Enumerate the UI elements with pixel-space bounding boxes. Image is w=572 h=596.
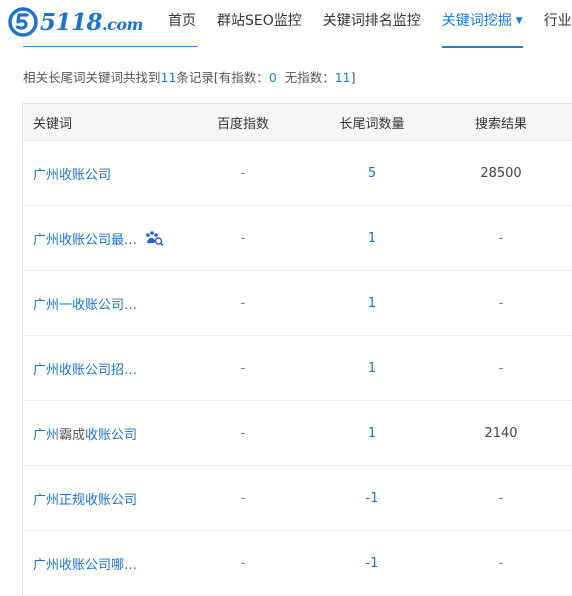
table-row: 广州收账公司 - 5 28500	[23, 141, 572, 206]
caret-down-icon: ▼	[515, 16, 523, 26]
longtail-count-link[interactable]: 5	[308, 166, 436, 181]
baidu-index-value: -	[240, 360, 246, 376]
col-keyword: 关键词	[33, 116, 73, 132]
col-search-results: 搜索结果	[474, 116, 527, 132]
nav-site-seo-monitor[interactable]: 群站SEO监控	[217, 0, 302, 45]
main-nav: 首页 群站SEO监控 关键词排名监控 关键词挖掘▼ 行业词	[168, 0, 572, 48]
search-results-value: -	[498, 360, 504, 376]
search-results-value: 2140	[484, 425, 518, 441]
logo-5118[interactable]: 5118.com	[8, 6, 143, 38]
keyword-link[interactable]: 广州一收账公司…	[33, 298, 137, 313]
nav-home[interactable]: 首页	[168, 0, 196, 45]
table-row: 广州收账公司哪… - -1 -	[23, 531, 572, 596]
table-row: 广州收账公司招… - 1 -	[23, 336, 572, 401]
col-baidu-index: 百度指数	[216, 116, 269, 132]
search-results-value: -	[498, 295, 504, 311]
table-row: 广州一收账公司… - 1 -	[23, 271, 572, 336]
keyword-link[interactable]: 广州霸成收账公司	[33, 428, 137, 443]
table-row: 广州霸成收账公司 - 1 2140	[23, 401, 572, 466]
keyword-link[interactable]: 广州收账公司招…	[33, 363, 137, 378]
baidu-index-value: -	[240, 165, 246, 181]
logo-mark-icon	[8, 7, 38, 37]
result-summary: 相关长尾词关键词共找到11条记录[有指数：0 无指数：11]	[23, 70, 356, 85]
total-count: 11	[160, 70, 177, 85]
without-index-count[interactable]: 11	[335, 70, 351, 85]
keyword-link[interactable]: 广州收账公司	[33, 168, 111, 183]
table-row: 广州收账公司最… - 1 -	[23, 206, 572, 271]
longtail-count-link[interactable]: -1	[308, 556, 436, 571]
nav-industry-words[interactable]: 行业词	[544, 0, 572, 45]
search-results-value: 28500	[480, 165, 522, 181]
keyword-link[interactable]: 广州收账公司哪…	[33, 558, 137, 573]
longtail-count-link[interactable]: -1	[308, 491, 436, 506]
longtail-count-link[interactable]: 1	[308, 361, 436, 376]
nav-keyword-rank-monitor[interactable]: 关键词排名监控	[323, 0, 421, 45]
longtail-count-link[interactable]: 1	[308, 426, 436, 441]
keyword-link[interactable]: 广州收账公司最…	[33, 229, 137, 248]
baidu-index-value: -	[240, 490, 246, 506]
tab-underline	[23, 46, 198, 47]
baidu-index-value: -	[240, 425, 246, 441]
baidu-search-icon[interactable]	[144, 230, 164, 246]
baidu-index-value: -	[240, 555, 246, 571]
search-results-value: -	[498, 230, 504, 246]
longtail-count-link[interactable]: 1	[308, 296, 436, 311]
search-results-value: -	[498, 490, 504, 506]
nav-keyword-mining[interactable]: 关键词挖掘 ▼	[441, 0, 523, 48]
keyword-table: 关键词 百度指数 长尾词数量 搜索结果 广州收账公司 - 5 28500 广州收…	[22, 103, 572, 596]
baidu-index-value: -	[240, 295, 246, 311]
baidu-index-value: -	[240, 230, 246, 246]
table-row: 广州正规收账公司 - -1 -	[23, 466, 572, 531]
with-index-count[interactable]: 0	[269, 70, 277, 85]
top-header: 5118.com 首页 群站SEO监控 关键词排名监控 关键词挖掘▼ 行业词	[0, 0, 572, 48]
logo-text: 5118.com	[40, 8, 143, 36]
longtail-count-link[interactable]: 1	[308, 231, 436, 246]
keyword-link[interactable]: 广州正规收账公司	[33, 493, 137, 508]
col-longtail-count: 长尾词数量	[339, 116, 405, 132]
table-header: 关键词 百度指数 长尾词数量 搜索结果	[23, 104, 572, 141]
search-results-value: -	[498, 555, 504, 571]
